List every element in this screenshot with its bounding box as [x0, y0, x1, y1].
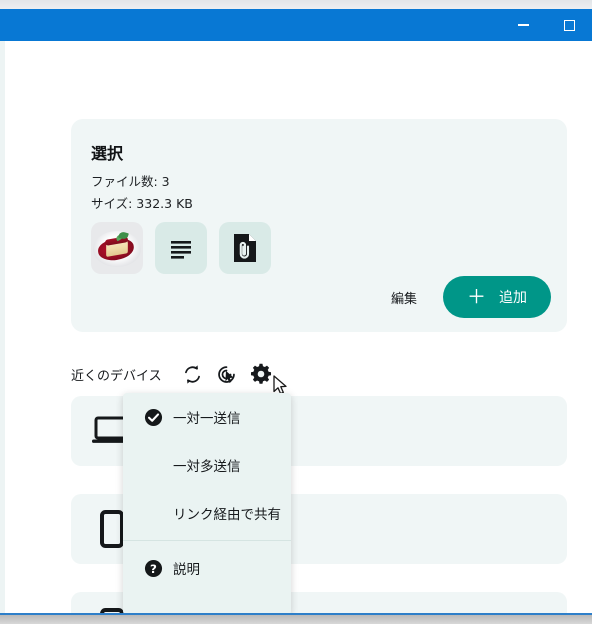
document-paperclip-icon: [234, 234, 256, 262]
question-circle-icon: ?: [143, 558, 163, 578]
nearby-devices-label: 近くのデバイス: [71, 368, 162, 384]
nearby-devices-header: 近くのデバイス: [71, 359, 278, 389]
add-button-label: 追加: [499, 290, 527, 306]
menu-item-label: 説明: [173, 562, 200, 578]
window-client-area: 選択 ファイル数: 3 サイズ: 332.3 KB 編集 ＋ 追加 近くのデバイ…: [0, 41, 592, 613]
file-count-text: ファイル数: 3: [91, 174, 170, 189]
total-size-text: サイズ: 332.3 KB: [91, 196, 193, 211]
app-window: 選択 ファイル数: 3 サイズ: 332.3 KB 編集 ＋ 追加 近くのデバイ…: [0, 9, 592, 613]
plus-icon: ＋: [466, 285, 486, 308]
taskbar: [0, 615, 592, 624]
menu-item-help[interactable]: ? 説明: [123, 544, 291, 592]
menu-item-share-via-link[interactable]: リンク経由で共有: [123, 489, 291, 537]
settings-dropdown-menu: 一対一送信 一対多送信 リンク経由で共有 ? 説明: [123, 393, 291, 613]
refresh-button[interactable]: [176, 359, 210, 389]
selection-card: 選択 ファイル数: 3 サイズ: 332.3 KB 編集 ＋ 追加: [71, 119, 567, 332]
title-bar: [0, 9, 592, 41]
maximize-button[interactable]: [546, 9, 592, 41]
menu-item-one-to-many[interactable]: 一対多送信: [123, 441, 291, 489]
menu-item-label: 一対多送信: [173, 459, 241, 475]
thumbnail-list: [91, 222, 271, 274]
screen: 選択 ファイル数: 3 サイズ: 332.3 KB 編集 ＋ 追加 近くのデバイ…: [0, 0, 592, 624]
desktop-backdrop: [0, 0, 592, 9]
svg-text:?: ?: [150, 561, 157, 575]
add-button[interactable]: ＋ 追加: [442, 276, 551, 318]
minimize-icon: [517, 24, 529, 26]
settings-button[interactable]: [244, 359, 278, 389]
selection-title: 選択: [91, 144, 124, 163]
selection-actions: 編集 ＋ 追加: [381, 276, 551, 318]
left-edge-strip: [0, 41, 5, 613]
check-circle-icon: [143, 407, 163, 427]
menu-divider: [123, 540, 291, 541]
text-file-thumbnail[interactable]: [155, 222, 207, 274]
scan-button[interactable]: [210, 359, 244, 389]
menu-item-label: リンク経由で共有: [173, 507, 281, 523]
menu-item-label: 一対一送信: [173, 411, 241, 427]
maximize-icon: [563, 19, 575, 31]
minimize-button[interactable]: [500, 9, 546, 41]
gear-icon: [250, 363, 271, 384]
scan-target-icon: [218, 365, 235, 383]
image-thumbnail[interactable]: [91, 222, 143, 274]
refresh-icon: [185, 364, 201, 384]
edit-button[interactable]: 編集: [381, 280, 427, 315]
attachment-file-thumbnail[interactable]: [219, 222, 271, 274]
menu-item-one-to-one[interactable]: 一対一送信: [123, 393, 291, 441]
text-lines-icon: [171, 241, 191, 259]
